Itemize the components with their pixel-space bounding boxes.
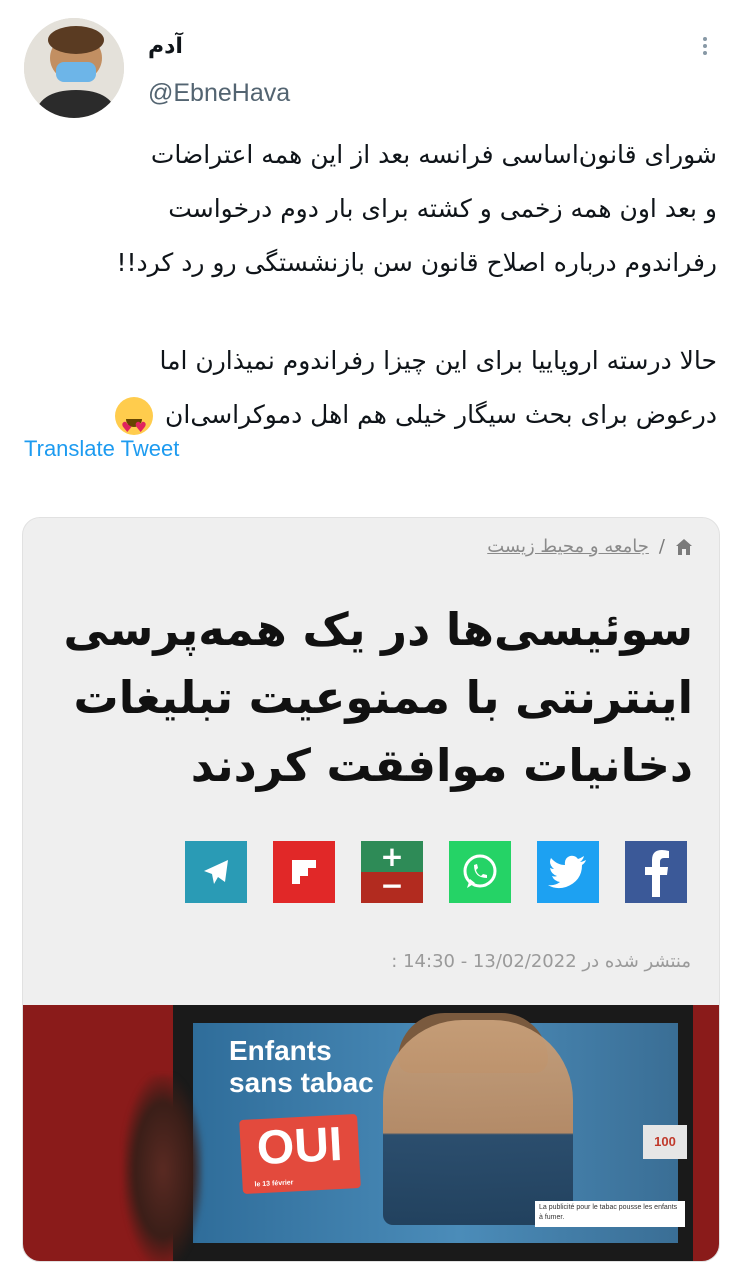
flipboard-icon — [292, 860, 316, 884]
more-options-icon[interactable] — [697, 34, 713, 64]
article-headline[interactable]: سوئیسی‌ها در یک همه‌پرسی اینترنتی با ممن… — [53, 596, 693, 800]
breadcrumb-link[interactable]: جامعه و محیط زیست — [487, 536, 649, 557]
avatar[interactable] — [24, 18, 124, 118]
twitter-bird-icon — [548, 855, 586, 889]
breadcrumb: / جامعه و محیط زیست — [487, 536, 693, 557]
link-preview-card[interactable]: / جامعه و محیط زیست سوئیسی‌ها در یک همه‌… — [22, 517, 720, 1262]
translate-tweet-link[interactable]: Translate Tweet — [24, 436, 179, 462]
poster-person — [383, 1020, 573, 1225]
oui-sign: OUI le 13 février — [239, 1113, 361, 1195]
user-name[interactable]: آدم — [148, 34, 183, 59]
tweet-line: و بعد اون همه زخمی و کشته برای بار دوم د… — [168, 194, 717, 223]
plus-icon: + — [361, 841, 423, 872]
whatsapp-share-button[interactable] — [449, 841, 511, 903]
home-icon[interactable] — [675, 538, 693, 556]
heart-eyes-emoji-icon — [115, 397, 154, 455]
whatsapp-icon — [463, 854, 497, 888]
facebook-icon — [645, 850, 669, 897]
breadcrumb-separator: / — [658, 536, 665, 557]
tweet-line: شورای قانون‌اساسی فرانسه بعد از این همه … — [150, 140, 717, 169]
share-buttons: + − — [185, 841, 687, 903]
poster-caption: La publicité pour le tabac pousse les en… — [535, 1201, 685, 1227]
poster-badge: 100 — [643, 1125, 687, 1159]
poster-slogan: Enfants sans tabac — [229, 1035, 374, 1098]
flipboard-share-button[interactable] — [273, 841, 335, 903]
article-image: Enfants sans tabac OUI le 13 février La p… — [23, 1005, 719, 1261]
tweet-line: رفراندوم درباره اصلاح قانون سن بازنشستگی… — [116, 248, 717, 277]
facebook-share-button[interactable] — [625, 841, 687, 903]
balatarin-share-button[interactable]: + − — [361, 841, 423, 903]
telegram-icon — [204, 860, 228, 884]
telegram-share-button[interactable] — [185, 841, 247, 903]
user-handle[interactable]: @EbneHava — [148, 79, 290, 108]
tweet-line: درعوض برای بحث سیگار خیلی هم اهل دموکراس… — [17, 388, 717, 455]
tweet-text: شورای قانون‌اساسی فرانسه بعد از این همه … — [17, 128, 717, 455]
tweet-line: حالا درسته اروپاییا برای این چیزا رفراند… — [159, 346, 717, 375]
avatar-photo — [24, 18, 124, 118]
publish-date: منتشر شده در 13/02/2022 - 14:30 : — [391, 951, 691, 972]
twitter-share-button[interactable] — [537, 841, 599, 903]
minus-icon: − — [361, 872, 423, 903]
blurred-pedestrian — [123, 1075, 203, 1261]
